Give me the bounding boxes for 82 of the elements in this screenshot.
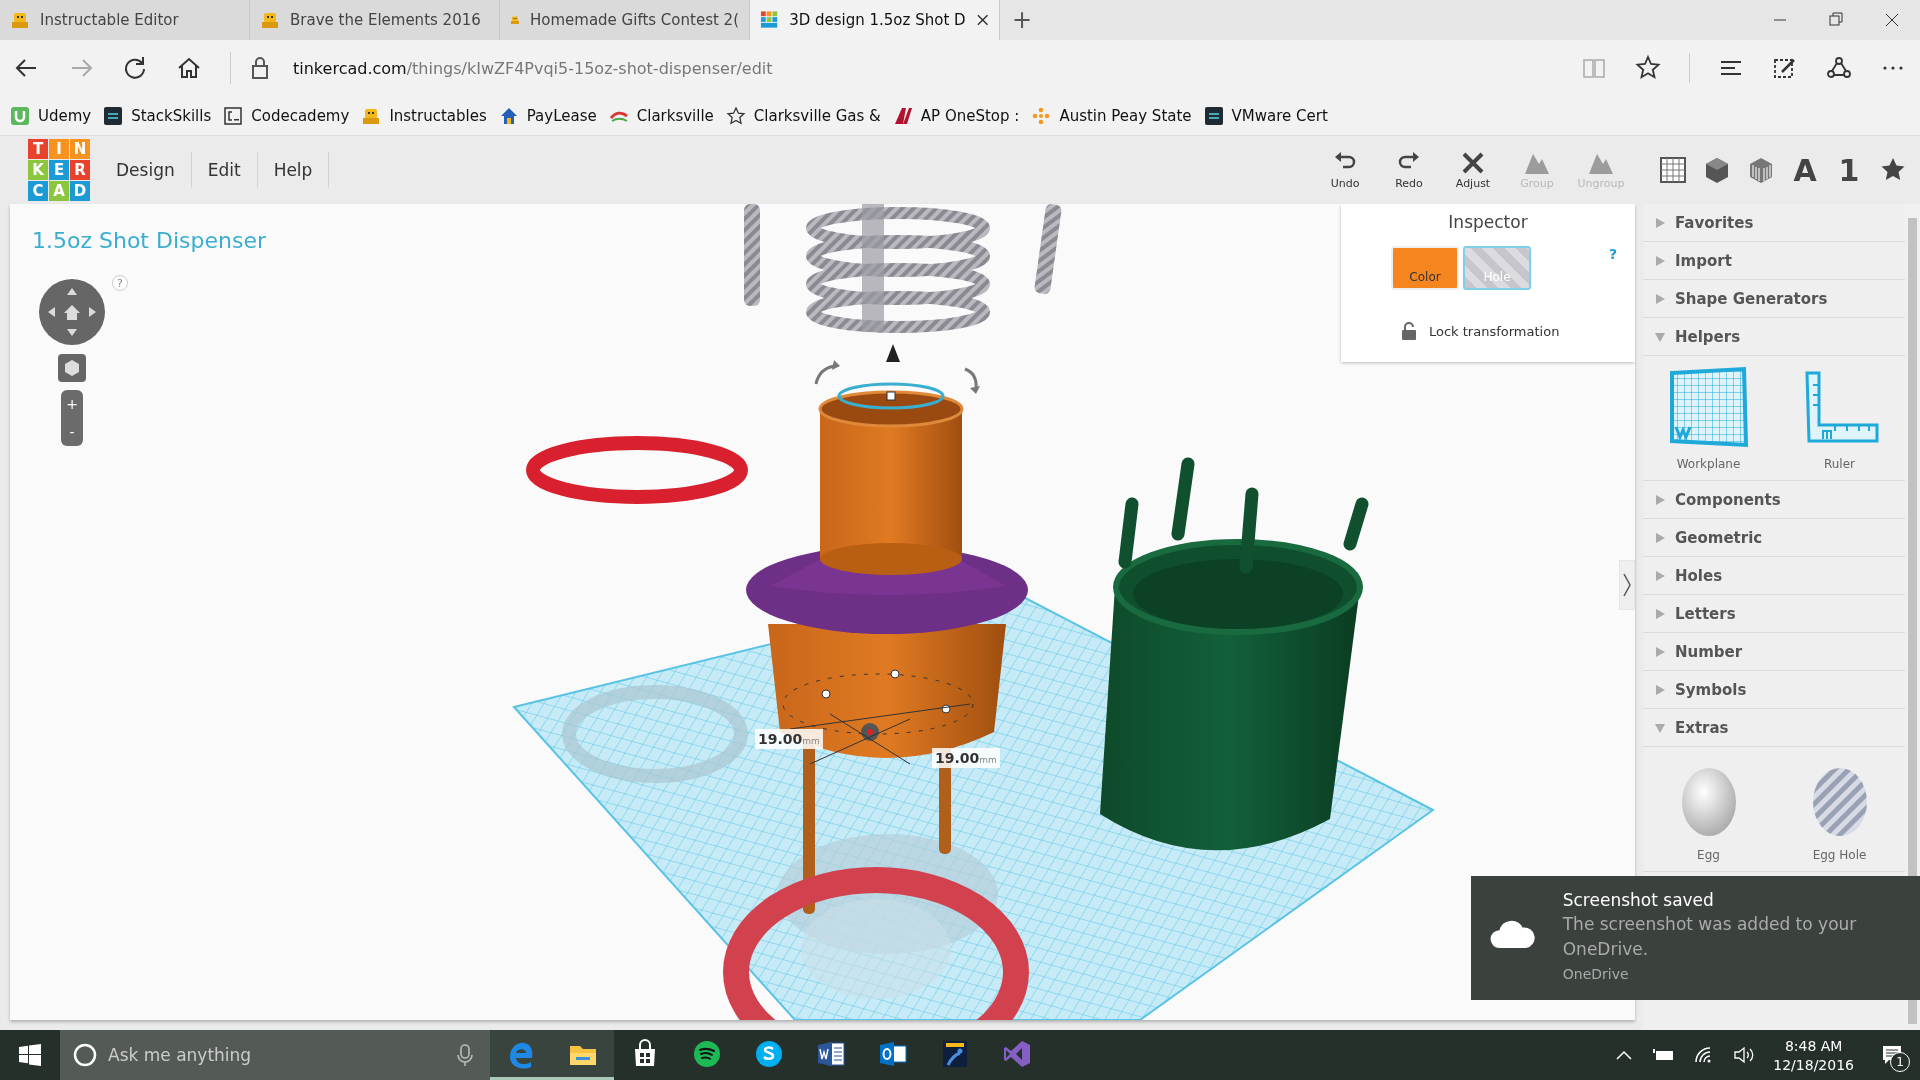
browser-tab[interactable]: Brave the Elements 2016: [250, 0, 500, 40]
toolbar-button[interactable]: Adjust: [1446, 150, 1500, 190]
help-button[interactable]: ?: [112, 275, 128, 291]
site-icon: [103, 105, 124, 126]
caret-icon: [1655, 217, 1665, 228]
circle-icon: [72, 1042, 98, 1068]
toolbar-button[interactable]: Redo: [1382, 150, 1436, 190]
shape-item[interactable]: Ruler: [1784, 364, 1895, 472]
browser-tab[interactable]: 3D design 1.5oz Shot D: [750, 0, 1000, 40]
new-tab-button[interactable]: +: [1000, 0, 1044, 40]
lock-label: Lock transformation: [1429, 324, 1560, 339]
zoom-out-button[interactable]: -: [61, 418, 83, 446]
menu-item[interactable]: Help: [257, 152, 330, 188]
favorite-link[interactable]: PayLease: [498, 105, 597, 126]
favorite-link[interactable]: Codecademy: [223, 105, 350, 126]
search-field[interactable]: Ask me anything: [60, 1030, 490, 1080]
dimension-label[interactable]: 19.00mm: [932, 748, 1000, 768]
taskbar-app-icon[interactable]: [490, 1030, 552, 1080]
taskbar-app-icon[interactable]: [552, 1030, 614, 1080]
site-icon: [10, 10, 30, 30]
site-icon: [1031, 105, 1052, 126]
site-icon: [725, 105, 746, 126]
favorite-link[interactable]: StackSkills: [103, 105, 212, 126]
shape-item[interactable]: Egg: [1653, 755, 1764, 863]
favorite-link[interactable]: Austin Peay State: [1031, 105, 1192, 126]
windows-icon: [19, 1044, 41, 1066]
logo[interactable]: T I N K E R C A D: [28, 139, 90, 201]
notification-button[interactable]: 1: [1872, 1035, 1912, 1075]
share-icon[interactable]: [1826, 55, 1852, 81]
browser-tab[interactable]: Instructable Editor: [0, 0, 250, 40]
favorite-link[interactable]: Udemy: [10, 105, 92, 126]
toast-title: Screenshot saved: [1562, 890, 1715, 910]
caret-icon: [1655, 684, 1665, 695]
caret-icon: [1655, 494, 1665, 505]
browser-tab[interactable]: Homemade Gifts Contest 2(: [500, 0, 750, 40]
caret-icon: [1655, 722, 1665, 733]
caret-icon: [1655, 331, 1665, 342]
cube-view-icon[interactable]: [58, 354, 86, 382]
home-icon[interactable]: [176, 55, 202, 81]
toolbar-button[interactable]: Undo: [1318, 150, 1372, 190]
favorite-link[interactable]: Clarksville Gas &: [725, 105, 881, 126]
collapse-handle[interactable]: [1619, 560, 1635, 610]
favorite-link[interactable]: AP OneStop :: [892, 105, 1020, 126]
notification-toast[interactable]: Screenshot saved The screenshot was added to your OneDrive. OneDrive: [1471, 876, 1920, 1000]
view-button[interactable]: A: [1790, 153, 1820, 187]
view-button[interactable]: 1: [1834, 153, 1864, 187]
clock[interactable]: 8:48 AM 12/18/2016: [1773, 1037, 1854, 1073]
site-icon: [10, 105, 30, 126]
lock-icon[interactable]: [1401, 322, 1417, 340]
site-icon: [260, 10, 280, 30]
star-icon[interactable]: [1635, 55, 1661, 81]
shape-item[interactable]: Workplane: [1653, 364, 1764, 472]
shape-item[interactable]: Egg Hole: [1784, 755, 1895, 863]
toast-message: The screenshot was added to your OneDrive.: [1562, 913, 1858, 961]
site-icon: [1203, 105, 1224, 126]
caret-icon: [1655, 608, 1665, 619]
close-icon[interactable]: [975, 13, 989, 27]
site-icon: [223, 105, 244, 126]
favorite-link[interactable]: Instructables: [361, 105, 487, 126]
caret-icon: [1655, 255, 1665, 266]
caret-icon: [1655, 532, 1665, 543]
zoom-in-button[interactable]: +: [61, 390, 83, 418]
menu-item[interactable]: Edit: [191, 152, 258, 188]
rotate-arrow-icon: [814, 360, 840, 385]
refresh-icon[interactable]: [122, 55, 148, 81]
dimension-label[interactable]: 19.00mm: [755, 729, 823, 749]
cross-icon: [1460, 150, 1486, 175]
color-button[interactable]: Color: [1391, 246, 1459, 290]
caret-icon: [1655, 570, 1665, 581]
orbit-control[interactable]: [38, 278, 106, 346]
rotate-arrow-icon: [964, 367, 980, 394]
move-arrow-icon: [886, 344, 900, 362]
caret-icon: [1655, 293, 1665, 304]
panel-title: Inspector: [1447, 212, 1529, 232]
site-icon: [892, 105, 913, 126]
favorite-link[interactable]: VMware Cert: [1203, 105, 1328, 126]
favorite-link[interactable]: Clarksville: [608, 105, 714, 126]
menu-item[interactable]: Design: [100, 152, 192, 188]
site-icon: [760, 10, 780, 30]
caret-icon: [1655, 646, 1665, 657]
volume-icon[interactable]: [1733, 1045, 1756, 1065]
toast-source: OneDrive: [1562, 966, 1630, 982]
